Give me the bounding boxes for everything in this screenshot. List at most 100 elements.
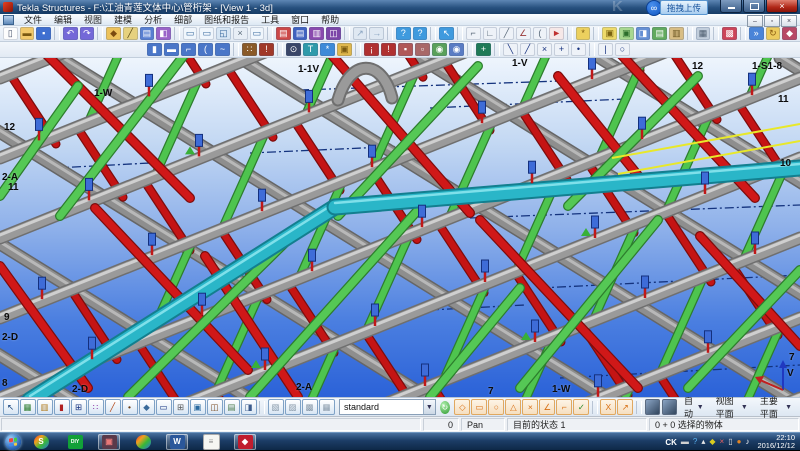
- weld-b-icon[interactable]: ▫: [415, 43, 430, 56]
- snap-arrow-icon[interactable]: ↗: [617, 399, 633, 415]
- whats-this-icon[interactable]: ↖: [439, 27, 454, 40]
- tray-messenger-icon[interactable]: ?: [693, 437, 697, 447]
- gear-green-icon[interactable]: ◉: [432, 43, 447, 56]
- view-window-1-icon[interactable]: ▭: [183, 27, 198, 40]
- child-close-button[interactable]: ×: [781, 15, 797, 27]
- fast-forward-icon[interactable]: »: [749, 27, 764, 40]
- tray-volume-icon[interactable]: ♪: [745, 437, 749, 447]
- point-intersection-icon[interactable]: ×: [537, 43, 552, 56]
- select-objects-icon[interactable]: ▭: [156, 399, 172, 415]
- sparkle-tool-icon[interactable]: *: [320, 43, 335, 56]
- select-bolts-icon[interactable]: •: [122, 399, 138, 415]
- select-all-icon[interactable]: ▦: [20, 399, 36, 415]
- snap-plane-main-dropdown[interactable]: 主要平面▼: [754, 394, 798, 420]
- point-projection-icon[interactable]: +: [554, 43, 569, 56]
- taskbar-clock[interactable]: 22:10 2016/12/12: [757, 434, 798, 450]
- view-window-3-icon[interactable]: ◱: [216, 27, 231, 40]
- snap-ortho-icon[interactable]: X: [600, 399, 616, 415]
- view-window-2-icon[interactable]: ▭: [199, 27, 214, 40]
- snap-reference-icon[interactable]: ◇: [454, 399, 470, 415]
- select-parts-icon[interactable]: ▮: [54, 399, 70, 415]
- help-icon[interactable]: ?: [396, 27, 411, 40]
- hammer-tool-icon[interactable]: T: [303, 43, 318, 56]
- menu-item-编辑[interactable]: 编辑: [48, 15, 78, 25]
- menu-item-图纸和报告[interactable]: 图纸和报告: [198, 15, 255, 25]
- redo-icon[interactable]: ↷: [80, 27, 95, 40]
- measure-distance-icon[interactable]: ╱: [499, 27, 514, 40]
- menu-item-分析[interactable]: 分析: [138, 15, 168, 25]
- report-blue-icon[interactable]: ▤: [293, 27, 308, 40]
- fetch-tool-icon[interactable]: ◧: [156, 27, 171, 40]
- catalog-icon[interactable]: ◫: [326, 27, 341, 40]
- pen-tool-icon[interactable]: ╱: [123, 27, 138, 40]
- select-phases-icon[interactable]: ▤: [224, 399, 240, 415]
- measure-angle-icon[interactable]: ∠: [516, 27, 531, 40]
- context-help-icon[interactable]: ?: [413, 27, 428, 40]
- create-bolts-icon[interactable]: ∷: [242, 43, 257, 56]
- view-window-4-icon[interactable]: ▭: [250, 27, 265, 40]
- tray-hidden-icons-icon[interactable]: ▴: [701, 437, 705, 447]
- close-button[interactable]: ×: [766, 0, 798, 13]
- maximize-button[interactable]: [743, 0, 765, 13]
- paste-box-icon[interactable]: ▣: [619, 27, 634, 40]
- new-file-icon[interactable]: ▯: [3, 27, 18, 40]
- snap-confirm-icon[interactable]: ✓: [573, 399, 589, 415]
- gear-blue-icon[interactable]: ◉: [449, 43, 464, 56]
- report-purple-icon[interactable]: ▥: [309, 27, 324, 40]
- measure-vertical-icon[interactable]: ∟: [483, 27, 498, 40]
- measure-horizontal-icon[interactable]: ⌐: [466, 27, 481, 40]
- menu-item-窗口[interactable]: 窗口: [285, 15, 315, 25]
- slide-icon[interactable]: ▦: [696, 27, 711, 40]
- select-extra-d-icon[interactable]: ▦: [319, 399, 335, 415]
- create-polybeam-icon[interactable]: ⌐: [181, 43, 196, 56]
- taskbar-tekla-button[interactable]: ◆: [234, 434, 256, 450]
- select-components-icon[interactable]: ⊞: [71, 399, 87, 415]
- tray-network-icon[interactable]: ●: [737, 437, 742, 447]
- select-points-icon[interactable]: ∷: [88, 399, 104, 415]
- snap-nearest-icon[interactable]: ○: [488, 399, 504, 415]
- snap-depth-dropdown[interactable]: 自动▼: [678, 394, 710, 420]
- flag-marker-icon[interactable]: ►: [549, 27, 564, 40]
- red-tool-icon[interactable]: ◆: [782, 27, 797, 40]
- tray-battery-icon[interactable]: ▯: [728, 437, 732, 447]
- clip-tan-icon[interactable]: ▥: [669, 27, 684, 40]
- copy-box-icon[interactable]: ▣: [602, 27, 617, 40]
- inquire-object-icon[interactable]: ⊙: [286, 43, 301, 56]
- snap-perpendicular-icon[interactable]: ∠: [539, 399, 555, 415]
- wizard-icon[interactable]: *: [576, 27, 591, 40]
- child-restore-button[interactable]: ▫: [764, 15, 780, 27]
- child-minimize-button[interactable]: –: [747, 15, 763, 27]
- report-red-icon[interactable]: ▤: [276, 27, 291, 40]
- snap-plane-type-dropdown[interactable]: 视图平面▼: [710, 394, 754, 420]
- fit-part-end-icon[interactable]: +: [476, 43, 491, 56]
- box-blue-icon[interactable]: ◨: [636, 27, 651, 40]
- select-views-icon[interactable]: ▣: [190, 399, 206, 415]
- snap-extension-icon[interactable]: ⌐: [556, 399, 572, 415]
- properties-pages-icon[interactable]: ▤: [140, 27, 155, 40]
- menu-item-细部[interactable]: 细部: [168, 15, 198, 25]
- snap-intersection-icon[interactable]: ×: [522, 399, 538, 415]
- menu-item-文件[interactable]: 文件: [18, 15, 48, 25]
- clip-green-icon[interactable]: ▤: [652, 27, 667, 40]
- select-pointer-icon[interactable]: ↖: [3, 399, 19, 415]
- point-parallel-icon[interactable]: ╱: [520, 43, 535, 56]
- taskbar-360-button[interactable]: S: [30, 434, 52, 450]
- model-viewport-3d[interactable]: 1-W1-1V1-V121-S1-811122-A1192-D82-D2-A71…: [0, 58, 800, 397]
- select-extra-a-icon[interactable]: ▧: [268, 399, 284, 415]
- phase-combobox[interactable]: standard ▼: [339, 399, 436, 415]
- select-welds-icon[interactable]: ◆: [139, 399, 155, 415]
- component-box-icon[interactable]: ▣: [337, 43, 352, 56]
- create-column-icon[interactable]: ▮: [147, 43, 162, 56]
- point-free-icon[interactable]: •: [571, 43, 586, 56]
- open-folder-icon[interactable]: ▬: [20, 27, 35, 40]
- select-plane-icon[interactable]: ◨: [241, 399, 257, 415]
- cut-icon[interactable]: ×: [233, 27, 248, 40]
- select-grids-icon[interactable]: ⊞: [173, 399, 189, 415]
- undo-icon[interactable]: ↶: [63, 27, 78, 40]
- refresh-gold-icon[interactable]: ↻: [766, 27, 781, 40]
- stud-a-icon[interactable]: ¡: [364, 43, 379, 56]
- stud-b-icon[interactable]: !: [381, 43, 396, 56]
- select-lines-icon[interactable]: ╱: [105, 399, 121, 415]
- menu-item-工具[interactable]: 工具: [255, 15, 285, 25]
- taskbar-photos-button[interactable]: ▣: [98, 434, 120, 450]
